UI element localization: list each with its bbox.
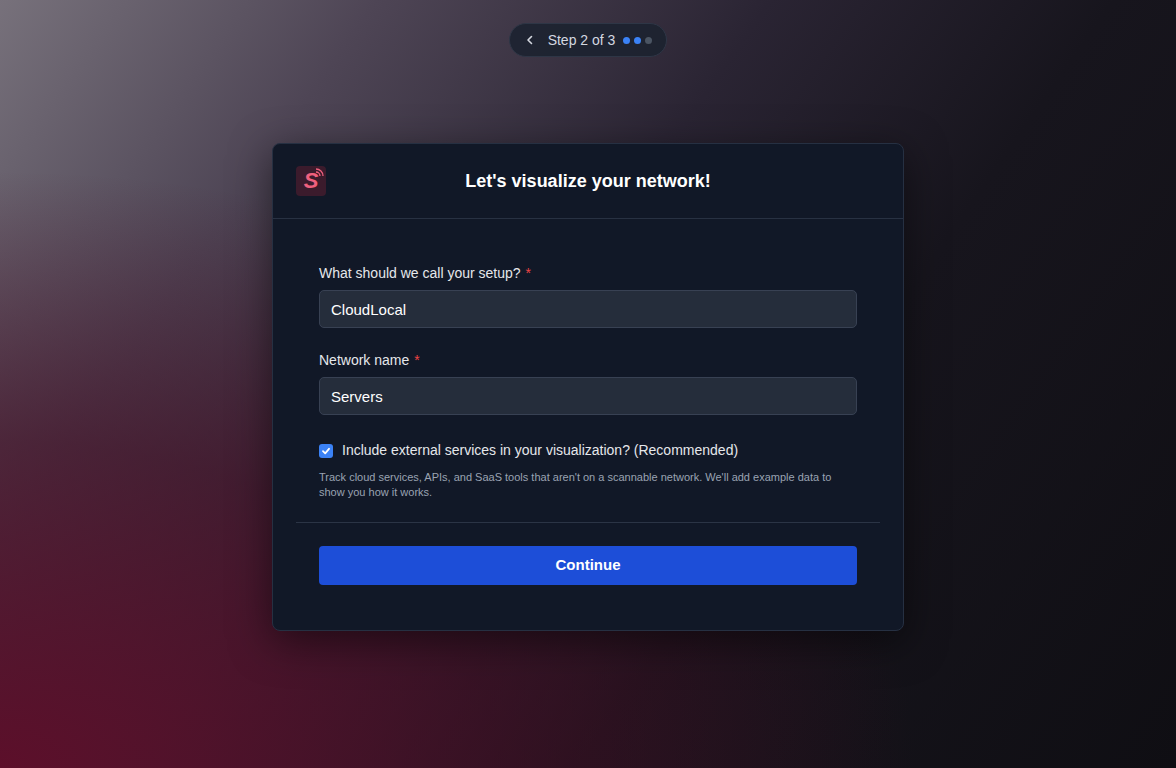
app-logo-icon: S — [296, 166, 326, 196]
back-chevron-icon[interactable] — [524, 34, 536, 46]
setup-card: S Let's visualize your network! What sho… — [272, 143, 904, 631]
form-field: Network name* — [319, 350, 857, 415]
step-dots — [623, 37, 652, 44]
step-dot — [634, 37, 641, 44]
checkbox-label[interactable]: Include external services in your visual… — [342, 440, 738, 461]
card-body: What should we call your setup?* Network … — [273, 219, 903, 630]
checkbox[interactable] — [319, 444, 333, 458]
check-icon — [321, 446, 331, 456]
checkbox-description: Track cloud services, APIs, and SaaS too… — [319, 470, 857, 500]
field-label: Network name* — [319, 350, 857, 370]
step-indicator[interactable]: Step 2 of 3 — [509, 23, 668, 57]
background: Step 2 of 3 S Let's visualize your netwo… — [0, 0, 1176, 768]
text-input[interactable] — [319, 377, 857, 415]
card-title: Let's visualize your network! — [465, 168, 710, 195]
form-fields: What should we call your setup?* Network … — [319, 263, 857, 415]
step-dot — [645, 37, 652, 44]
required-mark: * — [414, 350, 419, 370]
text-input[interactable] — [319, 290, 857, 328]
field-label: What should we call your setup?* — [319, 263, 857, 283]
step-dot — [623, 37, 630, 44]
card-header: S Let's visualize your network! — [273, 144, 903, 219]
external-services-option[interactable]: Include external services in your visual… — [319, 440, 857, 461]
continue-button[interactable]: Continue — [319, 546, 857, 585]
required-mark: * — [526, 263, 531, 283]
step-label: Step 2 of 3 — [548, 30, 616, 51]
form-field: What should we call your setup?* — [319, 263, 857, 328]
divider — [296, 522, 880, 523]
